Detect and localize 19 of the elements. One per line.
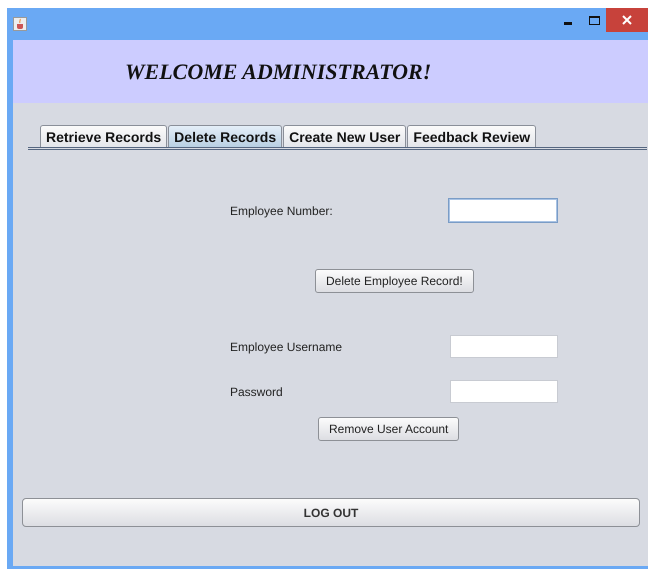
tab[interactable]: Create New User	[283, 125, 406, 147]
java-cup-icon	[13, 17, 27, 31]
field-label: Employee Number:	[230, 204, 333, 218]
input-field[interactable]	[450, 335, 558, 358]
field-label: Employee Username	[230, 340, 342, 354]
maximize-icon	[588, 16, 600, 24]
logout-button[interactable]: LOG OUT	[22, 498, 640, 527]
close-icon	[622, 15, 632, 25]
tab[interactable]: Retrieve Records	[40, 125, 168, 147]
input-field[interactable]	[450, 380, 558, 403]
input-field[interactable]	[448, 198, 558, 223]
tab[interactable]: Feedback Review	[407, 125, 536, 147]
field-label: Password	[230, 384, 283, 398]
minimize-icon	[564, 22, 572, 24]
remove-account-button[interactable]: Remove User Account	[318, 417, 460, 441]
tab[interactable]: Delete Records	[168, 125, 282, 147]
delete-record-button[interactable]: Delete Employee Record!	[315, 269, 474, 293]
welcome-title: WELCOME ADMINISTRATOR!	[125, 58, 432, 84]
close-button[interactable]	[606, 8, 648, 32]
